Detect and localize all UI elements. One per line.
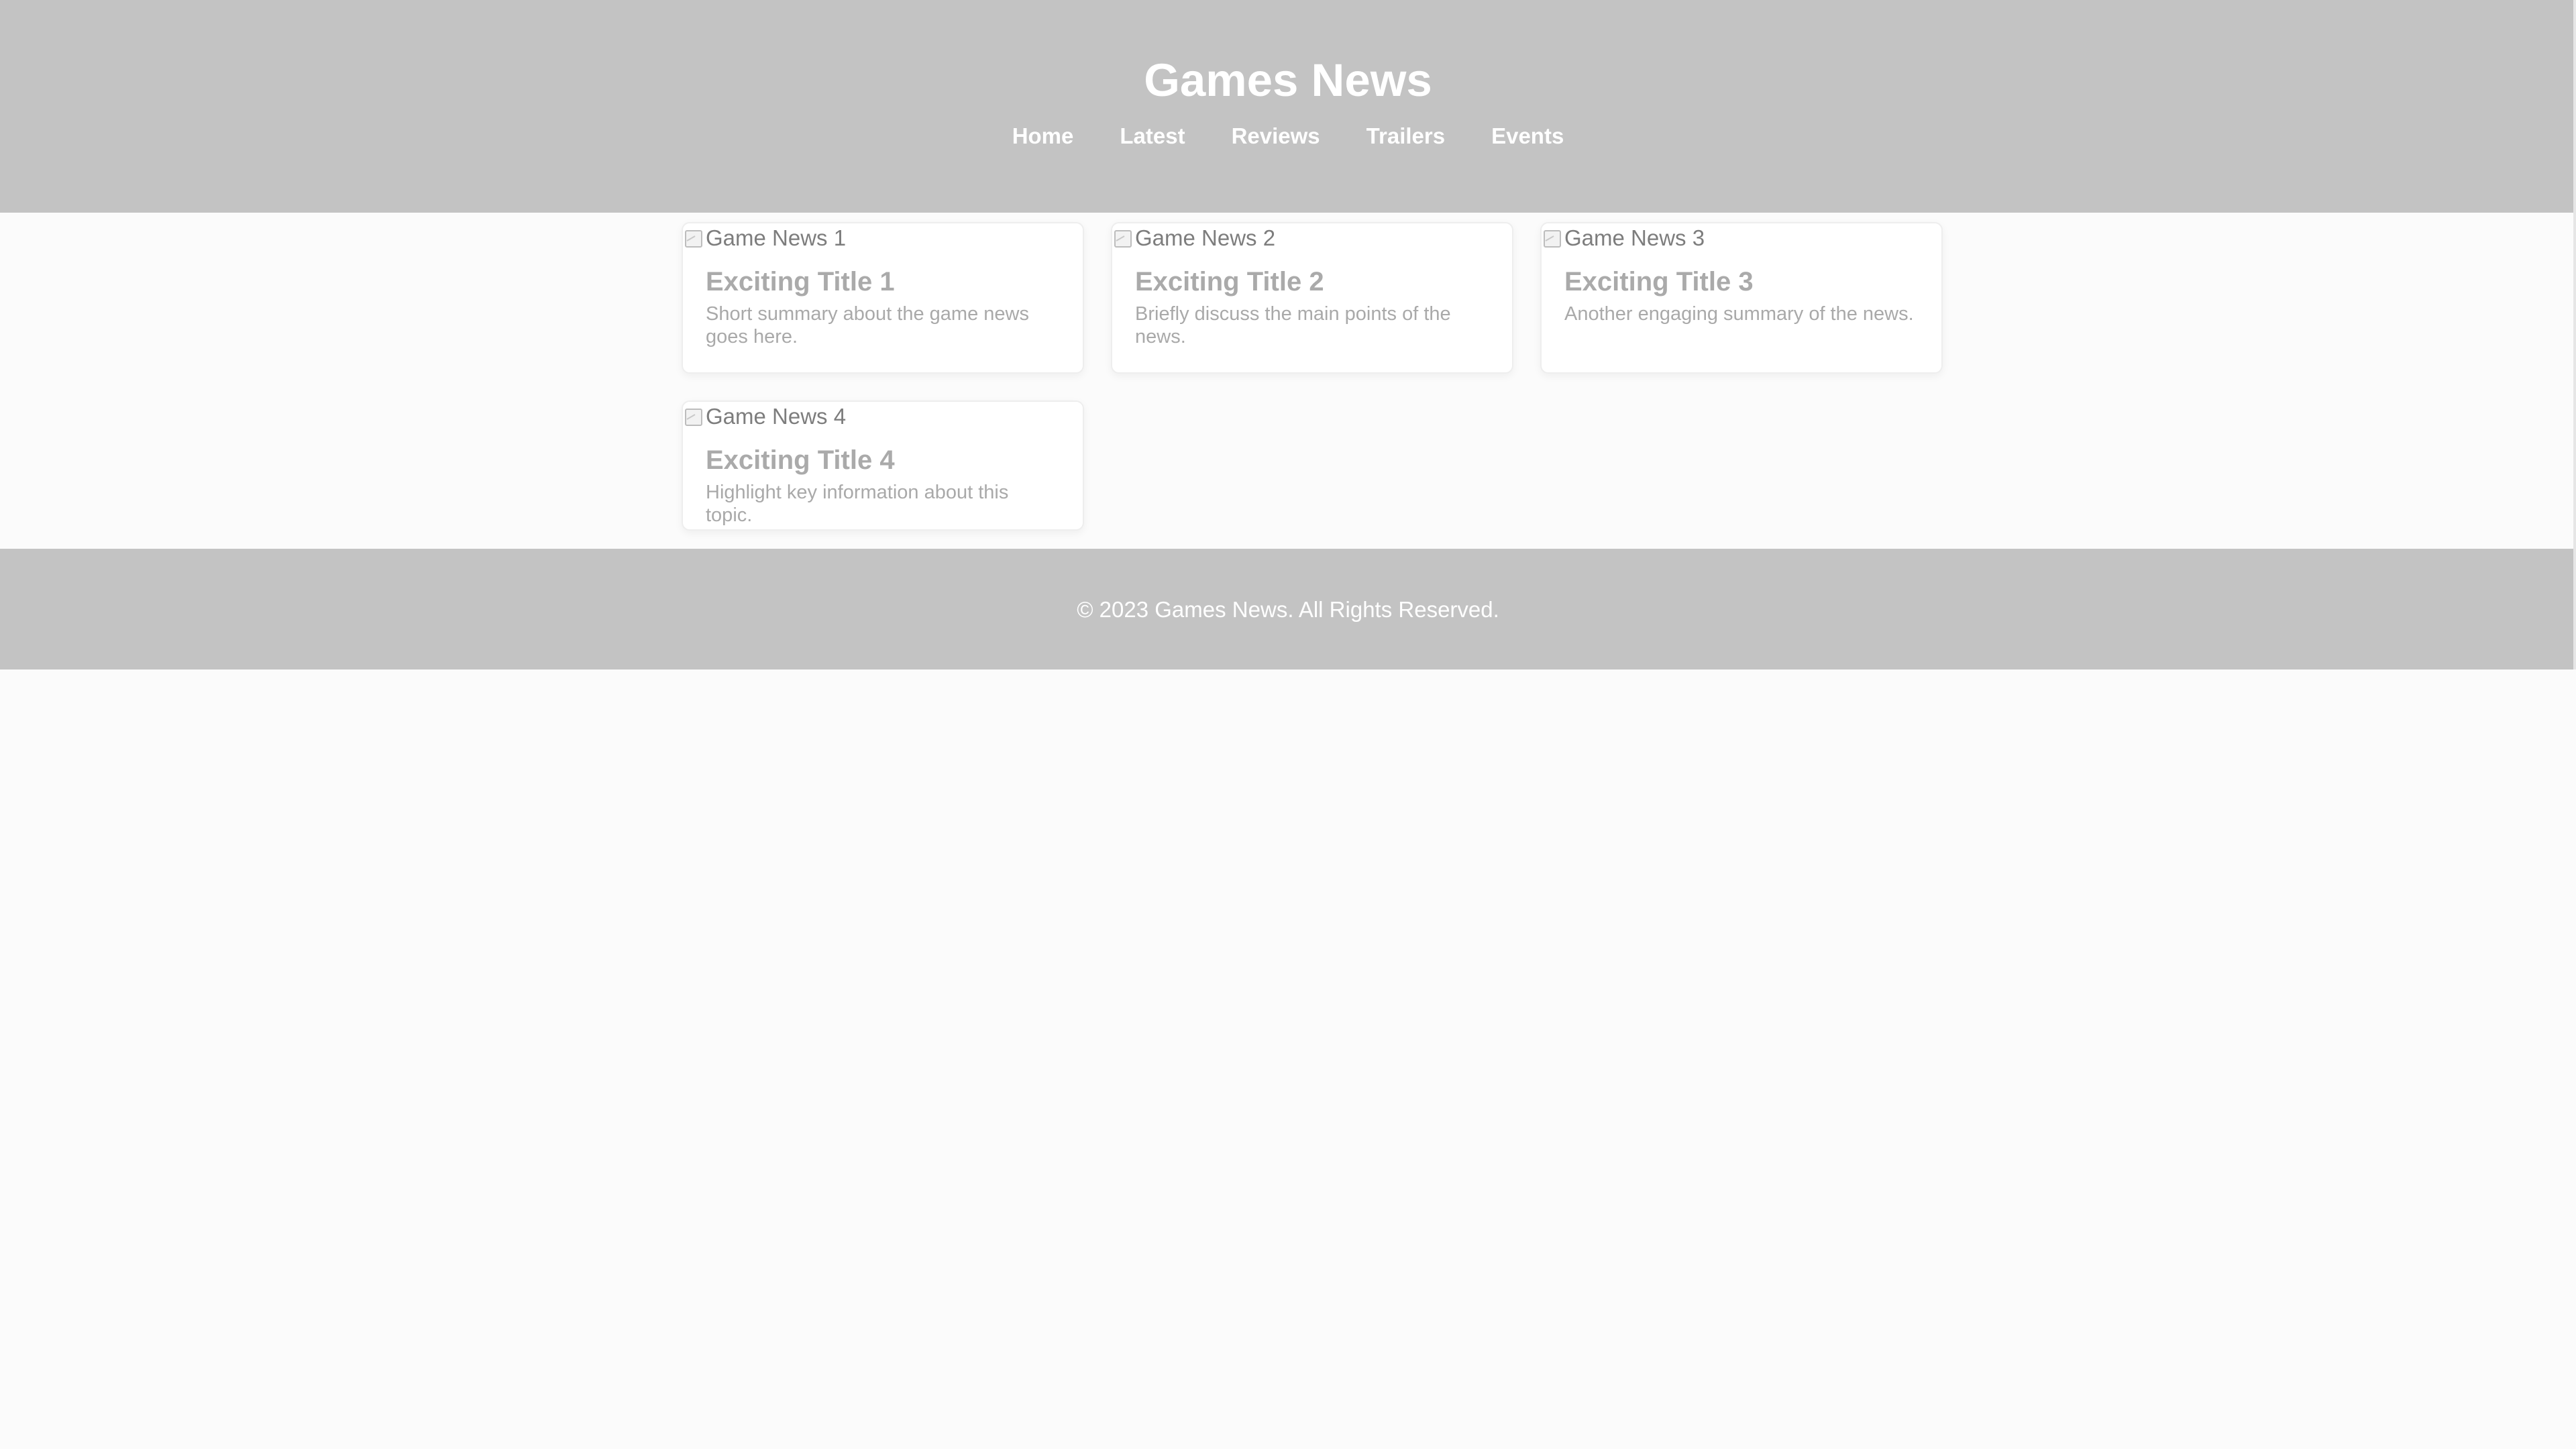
news-card-summary: Highlight key information about this top… [706, 482, 1009, 526]
news-card-image: Game News 4 [683, 405, 1083, 429]
site-footer: © 2023 Games News. All Rights Reserved. [0, 549, 2576, 669]
news-card-summary: Another engaging summary of the news. [1564, 303, 1914, 325]
nav-reviews-link[interactable]: Reviews [1232, 123, 1320, 150]
broken-image-icon [1112, 228, 1132, 248]
news-card-image: Game News 3 [1542, 226, 1941, 250]
news-card[interactable]: Game News 4 Exciting Title 4 Highlight k… [682, 400, 1084, 531]
copyright-text: © 2023 Games News. All Rights Reserved. [1077, 597, 1499, 622]
news-card-body: Exciting Title 4 Highlight key informati… [683, 429, 1083, 529]
news-card-summary: Briefly discuss the main points of the n… [1135, 303, 1451, 347]
broken-image-icon [683, 407, 703, 427]
news-card-title[interactable]: Exciting Title 4 [706, 443, 1060, 477]
news-card[interactable]: Game News 2 Exciting Title 2 Briefly dis… [1111, 222, 1513, 374]
news-card-image-alt: Game News 2 [1135, 225, 1276, 250]
news-card-image-alt: Game News 3 [1564, 225, 1705, 250]
news-card-title[interactable]: Exciting Title 1 [706, 265, 1060, 299]
news-card-summary: Short summary about the game news goes h… [706, 303, 1029, 347]
site-title: Games News [1144, 54, 1432, 106]
news-card-image: Game News 2 [1112, 226, 1512, 250]
main-nav: Home Latest Reviews Trailers Events [0, 123, 2576, 150]
broken-image-icon [683, 228, 703, 248]
news-card-image: Game News 1 [683, 226, 1083, 250]
news-card-image-alt: Game News 1 [706, 225, 847, 250]
news-card-image-alt: Game News 4 [706, 404, 847, 429]
nav-home-link[interactable]: Home [1012, 123, 1074, 150]
news-card[interactable]: Game News 1 Exciting Title 1 Short summa… [682, 222, 1084, 374]
news-card-title[interactable]: Exciting Title 2 [1135, 265, 1489, 299]
nav-latest-link[interactable]: Latest [1120, 123, 1185, 150]
news-card-body: Exciting Title 3 Another engaging summar… [1542, 250, 1941, 345]
site-header: Games News Home Latest Reviews Trailers … [0, 0, 2576, 213]
news-card-title[interactable]: Exciting Title 3 [1564, 265, 1919, 299]
news-card-body: Exciting Title 1 Short summary about the… [683, 250, 1083, 368]
news-main: Game News 1 Exciting Title 1 Short summa… [644, 213, 1943, 549]
broken-image-icon [1542, 228, 1562, 248]
news-card[interactable]: Game News 3 Exciting Title 3 Another eng… [1540, 222, 1943, 374]
news-card-body: Exciting Title 2 Briefly discuss the mai… [1112, 250, 1512, 368]
nav-trailers-link[interactable]: Trailers [1366, 123, 1445, 150]
page-scrollbar[interactable] [2573, 0, 2576, 669]
nav-events-link[interactable]: Events [1491, 123, 1564, 150]
